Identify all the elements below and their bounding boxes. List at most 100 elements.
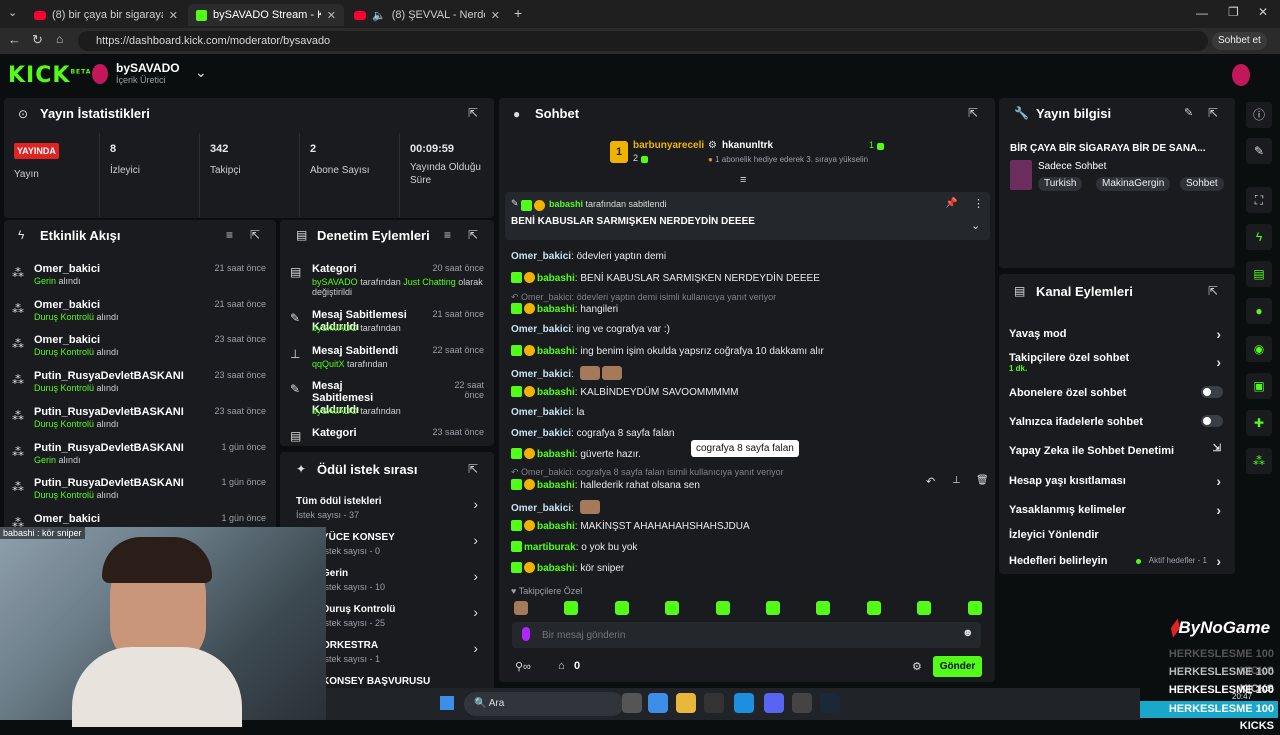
taskbar-search[interactable]: 🔍 Ara xyxy=(464,692,624,716)
moderation-item[interactable]: ✎ Mesaj Sabitlemesi Kaldırıldı 21 saat önc… xyxy=(288,309,488,343)
tag-chip[interactable]: Sohbet xyxy=(1180,177,1224,191)
chat-input[interactable]: ☻ xyxy=(512,622,981,648)
toggle-switch[interactable] xyxy=(1201,415,1223,427)
chat-message[interactable]: Omer_bakici: cografya 8 sayfa falan xyxy=(511,428,674,439)
reply-icon[interactable]: ↶ xyxy=(926,475,935,488)
leader2-name[interactable]: hkanunltrk xyxy=(722,140,773,151)
chat-username[interactable]: Omer_bakici xyxy=(511,503,571,514)
chevron-right-icon[interactable]: › xyxy=(473,568,478,584)
toggle-switch[interactable] xyxy=(1201,386,1223,398)
store-app-icon[interactable] xyxy=(648,693,668,713)
chevron-right-icon[interactable]: › xyxy=(1216,553,1221,569)
close-icon[interactable]: ✕ xyxy=(327,9,336,22)
channel-action-item[interactable]: Yapay Zeka ile Sohbet Denetimi ⇲ xyxy=(1009,443,1223,465)
chat-username[interactable]: babashi xyxy=(537,273,575,284)
chat-username[interactable]: Omer_bakici xyxy=(511,407,571,418)
store-icon[interactable]: ⌂ xyxy=(558,660,565,672)
chat-message[interactable]: babashi: ing benim işim okulda yapsrız c… xyxy=(511,345,824,357)
tab-list-icon[interactable]: ⌄ xyxy=(8,6,17,19)
new-tab-icon[interactable]: + xyxy=(514,5,522,21)
chat-username[interactable]: babashi xyxy=(537,387,575,398)
kick-logo[interactable]: KICKBETA xyxy=(8,63,91,88)
chat-message[interactable]: babashi: BENİ KABUSLAR SARMIŞKEN NERDEYD… xyxy=(511,272,820,284)
close-icon[interactable]: ✕ xyxy=(491,9,500,22)
moderation-item[interactable]: ⊥ Mesaj Sabitlendi 22 saat önce qqQuitX tar… xyxy=(288,345,488,379)
tab-youtube-1[interactable]: (8) bir çaya bir sigaraya müptelayım ✕ xyxy=(26,4,186,26)
chat-username[interactable]: Omer_bakici xyxy=(511,369,571,380)
chat-settings-icon[interactable]: ⚙ xyxy=(912,660,922,673)
edit-icon[interactable]: ✎ xyxy=(1184,106,1193,119)
activity-item[interactable]: ⁂ Omer_bakici Gerin alındı 21 saat önce xyxy=(8,263,276,297)
channel-action-item[interactable]: Yalnızca ifadelerle sohbet xyxy=(1009,415,1223,436)
popout-icon[interactable]: ⇱ xyxy=(468,106,478,120)
points-icon[interactable]: ⚲∞ xyxy=(515,660,531,673)
reward-item[interactable]: Tüm ödül istekleri İstek sayısı - 37 › xyxy=(292,496,492,530)
chevron-right-icon[interactable]: › xyxy=(473,604,478,620)
emote-button[interactable] xyxy=(866,601,881,615)
chat-username[interactable]: martiburak xyxy=(524,542,576,553)
chat-message[interactable]: Omer_bakici: xyxy=(511,500,600,514)
chevron-right-icon[interactable]: › xyxy=(1216,502,1221,518)
chat-message[interactable]: babashi: güverte hazır. xyxy=(511,448,641,460)
chevron-right-icon[interactable]: › xyxy=(473,640,478,656)
tab-youtube-2[interactable]: 🔈 (8) ŞEVVAL - Nerdeydin De [Off ✕ xyxy=(346,4,508,26)
emote-button[interactable] xyxy=(917,601,932,615)
chat-icon[interactable]: ● xyxy=(1246,298,1272,324)
chevron-right-icon[interactable]: › xyxy=(1216,354,1221,370)
maximize-icon[interactable]: ❐ xyxy=(1228,5,1239,19)
leader1-name[interactable]: barbunyareceli xyxy=(633,140,704,151)
emote-button[interactable] xyxy=(967,601,982,615)
chat-message[interactable]: Omer_bakici: xyxy=(511,366,622,380)
emote-button[interactable] xyxy=(816,601,831,615)
tag-chip[interactable]: Turkish xyxy=(1038,177,1083,191)
tag-chip[interactable]: MakinaGergin xyxy=(1096,177,1171,191)
collapse-leaderboard-icon[interactable]: ≡ xyxy=(740,174,746,186)
chat-message[interactable]: babashi: MAKİNŞST AHAHAHAHSHAHSJDUA xyxy=(511,520,750,532)
obs-icon[interactable] xyxy=(704,693,724,713)
window-close-icon[interactable]: ✕ xyxy=(1258,5,1268,19)
popout-icon[interactable]: ⇱ xyxy=(1208,284,1218,298)
filter-icon[interactable]: ≡ xyxy=(226,228,233,242)
minimize-icon[interactable]: — xyxy=(1196,6,1208,20)
emote-picker-icon[interactable]: ☻ xyxy=(962,627,974,639)
chat-message[interactable]: Omer_bakici: la xyxy=(511,407,584,418)
emote-button[interactable] xyxy=(514,601,528,615)
activity-item[interactable]: ⁂ Putin_RusyaDevletBASKANI Duruş Kontrolü … xyxy=(8,370,276,404)
popout-icon[interactable]: ⇱ xyxy=(468,228,478,242)
category-name[interactable]: Sadece Sohbet xyxy=(1038,161,1106,172)
chat-message-field[interactable] xyxy=(542,626,942,644)
chat-username[interactable]: Omer_bakici xyxy=(511,324,571,335)
settings-app-icon[interactable] xyxy=(792,693,812,713)
unpin-icon[interactable]: 📌 xyxy=(945,198,957,209)
expand-chevron-icon[interactable]: ⌄ xyxy=(971,219,980,232)
task-view-icon[interactable] xyxy=(622,693,642,713)
popout-icon[interactable]: ⇱ xyxy=(968,106,978,120)
popout-icon[interactable]: ⇱ xyxy=(250,228,260,242)
pin-message-icon[interactable]: ⊥ xyxy=(952,475,961,486)
windows-start-icon[interactable] xyxy=(440,696,454,710)
reload-icon[interactable]: ↻ xyxy=(32,32,43,48)
chat-username[interactable]: babashi xyxy=(537,346,575,357)
wrench-icon[interactable]: ✚ xyxy=(1246,410,1272,436)
discord-icon[interactable] xyxy=(764,693,784,713)
chat-message[interactable]: babashi: kör sniper xyxy=(511,562,624,574)
user-avatar[interactable] xyxy=(1232,64,1250,86)
chat-message[interactable]: martiburak: o yok bu yok xyxy=(511,541,637,553)
moderation-item[interactable]: ▤ Kategori 20 saat önce bySAVADO tarafından… xyxy=(288,263,488,297)
chat-username[interactable]: Omer_bakici xyxy=(511,428,571,439)
chat-username[interactable]: babashi xyxy=(537,480,575,491)
moderation-item[interactable]: ✎ Mesaj Sabitlemesi Kaldırıldı 22 saat önc… xyxy=(288,380,488,416)
emote-button[interactable] xyxy=(564,601,579,615)
channel-action-item[interactable]: Yavaş mod › xyxy=(1009,326,1223,348)
chevron-right-icon[interactable]: › xyxy=(473,532,478,548)
popout-icon[interactable]: ⇱ xyxy=(1208,106,1218,120)
tab-kick-dashboard[interactable]: bySAVADO Stream - Kick Dashboard ✕ xyxy=(188,4,344,26)
url-input[interactable]: https://dashboard.kick.com/moderator/bys… xyxy=(78,31,1208,51)
activity-item[interactable]: ⁂ Putin_RusyaDevletBASKANI Duruş Kontrolü … xyxy=(8,406,276,440)
activity-item[interactable]: ⁂ Omer_bakici Duruş Kontrolü alındı 21 saat… xyxy=(8,299,276,333)
channel-action-item[interactable]: Hesap yaşı kısıtlaması › xyxy=(1009,473,1223,495)
external-link-icon[interactable]: ⇲ xyxy=(1213,443,1221,454)
chat-username[interactable]: babashi xyxy=(537,449,575,460)
actions-icon[interactable]: ▣ xyxy=(1246,373,1272,399)
mic-icon[interactable] xyxy=(522,627,530,641)
